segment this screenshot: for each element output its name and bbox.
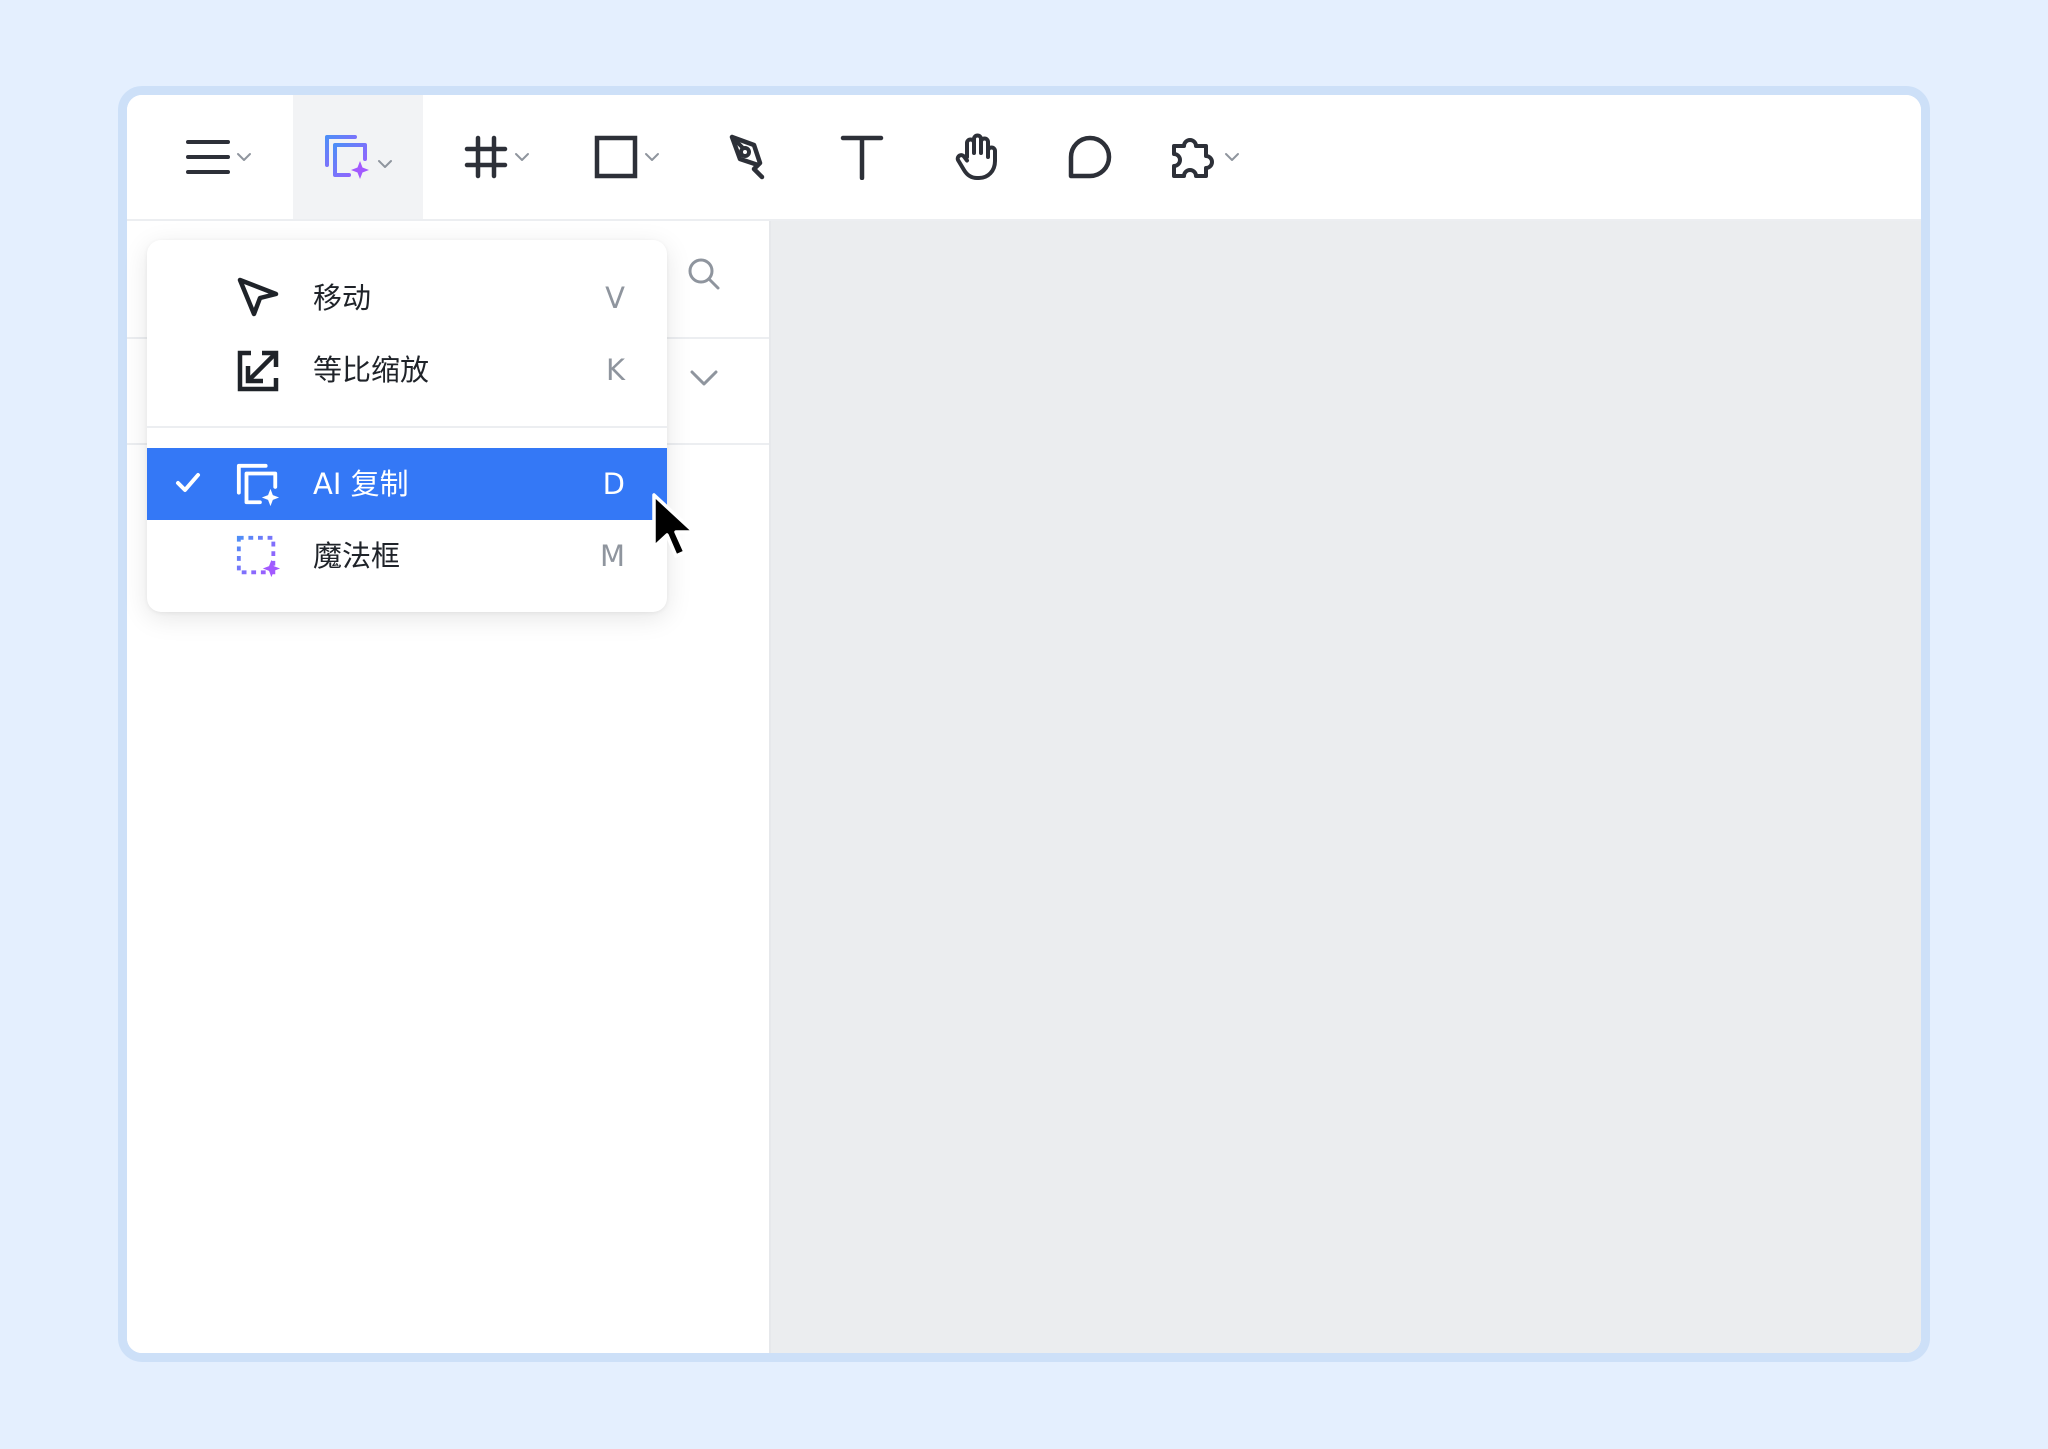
shortcut-key: V <box>605 281 625 315</box>
search-icon[interactable] <box>687 257 721 291</box>
menu-item-move[interactable]: 移动 V <box>147 262 667 334</box>
chevron-down-icon <box>378 160 392 168</box>
magic-frame-icon <box>236 535 281 578</box>
text-tool-button[interactable] <box>817 95 907 219</box>
menu-item-magic-frame[interactable]: 魔法框 M <box>147 520 667 592</box>
chevron-down-icon <box>1225 153 1239 161</box>
ai-copy-icon <box>236 463 280 507</box>
shortcut-key: D <box>602 467 625 501</box>
comment-icon <box>1068 135 1112 179</box>
chevron-down-icon[interactable] <box>689 369 719 387</box>
chevron-down-icon <box>645 153 659 161</box>
design-canvas[interactable] <box>771 221 1921 1353</box>
chevron-down-icon <box>237 153 251 161</box>
checkmark-icon <box>176 473 200 492</box>
text-tool-icon <box>840 135 884 180</box>
scale-icon <box>237 350 279 392</box>
menu-item-label: 移动 <box>313 281 372 315</box>
menu-item-label: 魔法框 <box>313 539 401 573</box>
top-toolbar <box>127 95 1921 221</box>
frame-hash-icon <box>464 135 508 179</box>
shortcut-key: K <box>605 353 625 387</box>
pen-tool-icon <box>729 134 765 180</box>
hand-tool-button[interactable] <box>931 95 1021 219</box>
shortcut-key: M <box>599 539 625 573</box>
frame-tool-button[interactable] <box>447 95 547 219</box>
menu-item-scale[interactable]: 等比缩放 K <box>147 334 667 406</box>
menu-item-label: 等比缩放 <box>313 353 430 387</box>
comment-tool-button[interactable] <box>1045 95 1135 219</box>
mouse-pointer-icon <box>652 493 696 558</box>
plugins-button[interactable] <box>1155 95 1255 219</box>
rectangle-icon <box>594 135 638 179</box>
menu-item-label: AI 复制 <box>313 467 409 501</box>
menu-item-ai-copy[interactable]: AI 复制 D <box>147 448 667 520</box>
move-cursor-icon <box>237 277 279 317</box>
ai-copy-icon <box>325 135 369 179</box>
chevron-down-icon <box>515 153 529 161</box>
tool-dropdown-menu: 移动 V 等比缩放 K AI 复制 D 魔法框 M <box>147 240 667 612</box>
plugin-puzzle-icon <box>1172 138 1214 178</box>
main-menu-button[interactable] <box>169 95 269 219</box>
pen-tool-button[interactable] <box>703 95 793 219</box>
menu-divider <box>147 426 667 428</box>
hand-tool-icon <box>955 133 997 180</box>
ai-copy-tool-button[interactable] <box>293 95 423 219</box>
hamburger-menu-icon <box>186 140 230 174</box>
rectangle-tool-button[interactable] <box>577 95 677 219</box>
